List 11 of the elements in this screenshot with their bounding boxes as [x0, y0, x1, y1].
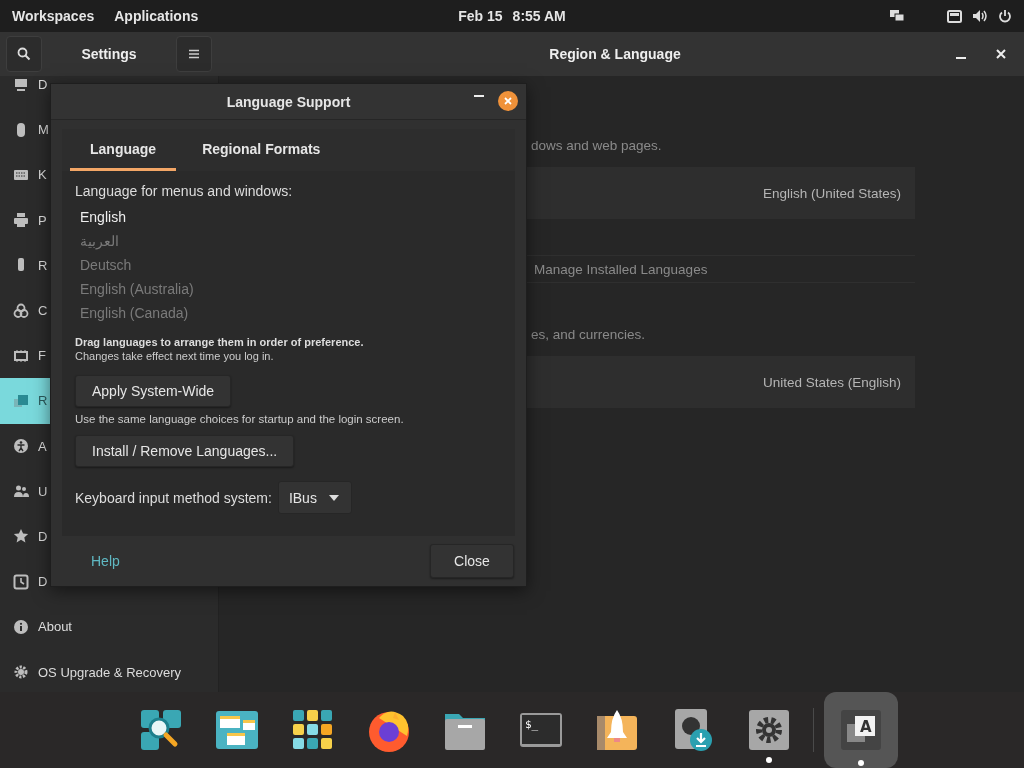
- list-label: Language for menus and windows:: [75, 183, 293, 199]
- section-hint: es, and currencies.: [530, 327, 647, 342]
- apply-hint: Use the same language choices for startup and the login screen.: [75, 413, 404, 425]
- language-value: English (United States): [762, 185, 901, 201]
- sidebar-title: Settings: [81, 46, 137, 62]
- input-method-label: Keyboard input method system:: [75, 489, 272, 506]
- section-hint: dows and web pages.: [530, 138, 663, 153]
- formats-value: United States (English): [762, 374, 901, 390]
- dialog-title: Language Support: [226, 93, 351, 110]
- window-title: Region & Language: [549, 46, 681, 62]
- drag-note: Drag languages to arrange them in order of preference. Changes take effect next time you log in.: [75, 335, 364, 363]
